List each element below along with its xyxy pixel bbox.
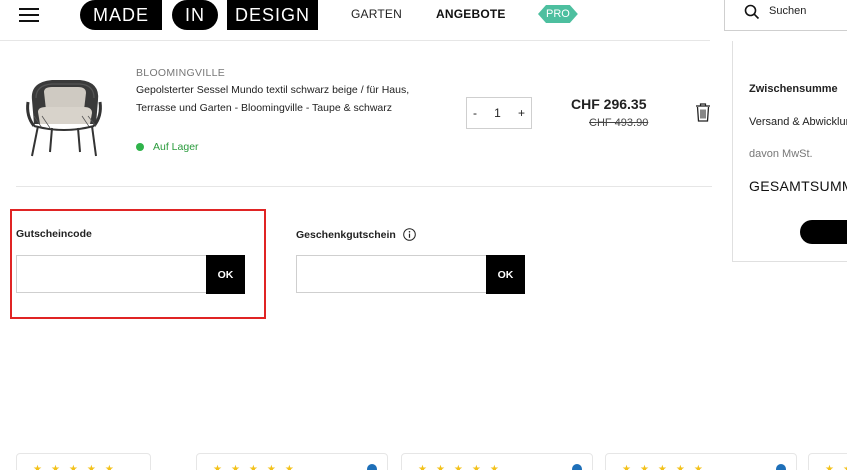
quantity-stepper[interactable]: - 1 + (466, 97, 532, 129)
product-brand[interactable]: BLOOMINGVILLE (136, 67, 225, 79)
verified-icon (367, 464, 377, 470)
product-image[interactable] (22, 72, 106, 160)
menu-icon[interactable] (19, 8, 39, 24)
review-card[interactable]: ★★★★★ (605, 453, 797, 470)
review-card[interactable]: ★★★★★ (16, 453, 151, 470)
logo-in: IN (172, 0, 219, 30)
gift-card-field[interactable] (296, 255, 486, 293)
search-icon (744, 4, 760, 20)
stock-status: Auf Lager (136, 141, 199, 153)
stock-label: Auf Lager (153, 141, 199, 153)
in-stock-dot-icon (136, 143, 144, 151)
header-divider (0, 40, 710, 41)
product-title[interactable]: Gepolsterter Sessel Mundo textil schwarz… (136, 82, 421, 117)
checkout-button[interactable] (800, 220, 847, 244)
review-card[interactable]: ★★ (808, 453, 847, 470)
pro-badge[interactable]: PRO (538, 5, 578, 23)
gift-card-label-row: Geschenkgutschein (296, 228, 416, 241)
gift-card-ok-button[interactable]: OK (486, 255, 525, 294)
order-summary: Zwischensumme Versand & Abwicklung davon… (732, 41, 847, 262)
info-icon[interactable] (402, 228, 416, 241)
summary-shipping-label: Versand & Abwicklung (749, 116, 847, 128)
logo[interactable]: MADE IN DESIGN (80, 0, 319, 30)
trash-icon[interactable] (695, 103, 711, 122)
quantity-increase-button[interactable]: + (518, 106, 525, 120)
logo-made: MADE (80, 0, 163, 30)
gift-card-input[interactable] (297, 256, 486, 292)
current-price: CHF 296.35 (571, 96, 647, 112)
nav-garten[interactable]: GARTEN (351, 7, 402, 21)
review-card[interactable]: ★★★★★ (401, 453, 593, 470)
star-rating-icon: ★★★★★ (213, 464, 303, 470)
logo-design: DESIGN (227, 0, 319, 30)
verified-icon (572, 464, 582, 470)
summary-vat-label: davon MwSt. (749, 148, 813, 160)
search-box[interactable] (724, 0, 847, 31)
summary-total-label: GESAMTSUMME (749, 178, 847, 194)
quantity-value[interactable]: 1 (494, 106, 501, 120)
section-divider (16, 186, 712, 187)
star-rating-icon: ★★ (825, 464, 847, 470)
review-card[interactable]: ★★★★★ (196, 453, 388, 470)
star-rating-icon: ★★★★★ (33, 464, 123, 470)
gift-card-label: Geschenkgutschein (296, 228, 396, 241)
original-price: CHF 493.90 (589, 117, 649, 129)
search-input[interactable] (769, 5, 847, 17)
star-rating-icon: ★★★★★ (418, 464, 508, 470)
nav-angebote[interactable]: ANGEBOTE (436, 7, 506, 21)
site-header: MADE IN DESIGN GARTEN ANGEBOTE PRO (0, 0, 847, 41)
star-rating-icon: ★★★★★ (622, 464, 712, 470)
quantity-decrease-button[interactable]: - (473, 106, 477, 120)
summary-subtotal-label: Zwischensumme (749, 83, 838, 95)
review-strip: ★★★★★ ★★★★★ ★★★★★ ★★★★★ ★★ (0, 453, 847, 470)
verified-icon (776, 464, 786, 470)
highlight-box (10, 209, 266, 319)
